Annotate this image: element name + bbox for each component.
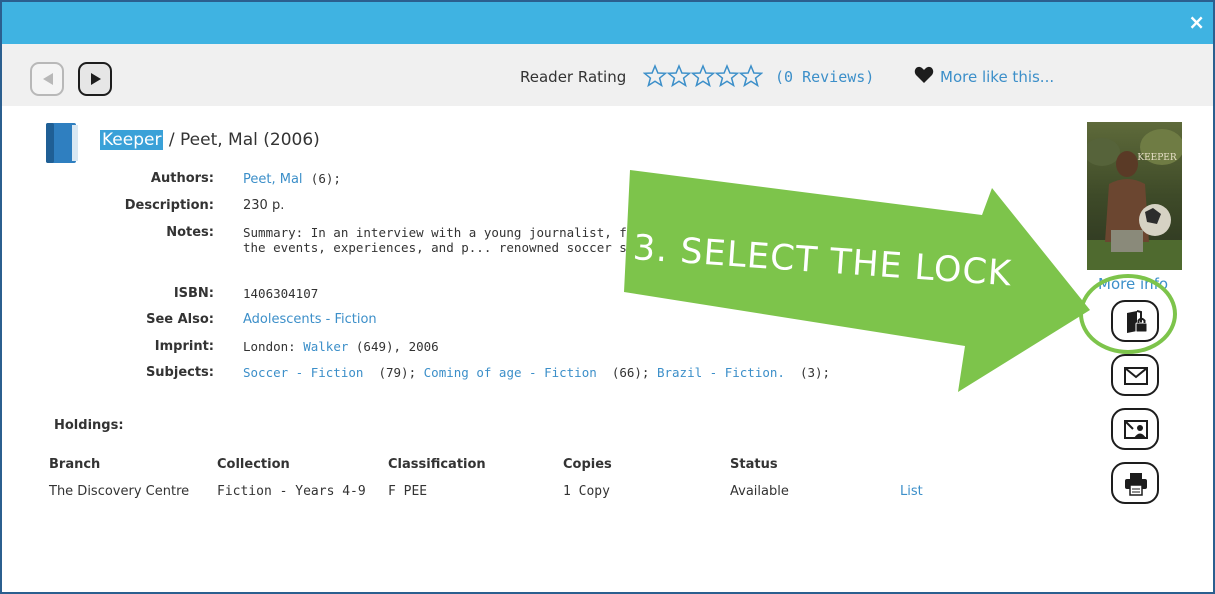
star-icon[interactable] [667, 64, 691, 88]
triangle-left-icon [43, 73, 53, 85]
subject-link-soccer[interactable]: Soccer - Fiction [243, 365, 363, 380]
star-icon[interactable] [643, 64, 667, 88]
subject-count: (79); [378, 365, 417, 380]
holding-status: Available [730, 484, 789, 499]
notes-label: Notes: [166, 225, 214, 240]
record-title-line: Keeper / Peet, Mal (2006) [100, 130, 320, 150]
print-icon [1125, 473, 1147, 496]
authors-value: Peet, Mal (6); [243, 171, 341, 187]
subject-link-coming-of-age[interactable]: Coming of age - Fiction [424, 365, 597, 380]
holding-list-link[interactable]: List [900, 484, 923, 499]
author-link[interactable]: Peet, Mal [243, 172, 303, 187]
isbn-value: 1406304107 [243, 286, 319, 301]
record-title: Keeper [100, 130, 164, 150]
triangle-right-icon [91, 73, 101, 85]
holding-classification: F PEE [388, 484, 428, 499]
title-separator: / [163, 130, 181, 150]
star-icon[interactable] [739, 64, 763, 88]
star-icon[interactable] [691, 64, 715, 88]
email-screen-button[interactable] [1111, 408, 1159, 450]
description-value: 230 p. [243, 198, 285, 213]
subject-count: (66); [611, 365, 650, 380]
imprint-prefix: London: [243, 339, 296, 354]
email-button[interactable] [1111, 354, 1159, 396]
classification-header: Classification [388, 457, 486, 472]
subject-count: (3); [799, 365, 831, 380]
holding-branch: The Discovery Centre [49, 484, 190, 499]
record-toolbar: Reader Rating (0 Reviews) More like this… [2, 44, 1213, 106]
book-cover-image[interactable]: KEEPER [1087, 122, 1182, 270]
subject-link-brazil[interactable]: Brazil - Fiction. [657, 365, 785, 380]
previous-record-button[interactable] [30, 62, 64, 96]
imprint-label: Imprint: [154, 339, 214, 354]
publisher-link[interactable]: Walker [303, 339, 348, 354]
record-author-year: Peet, Mal (2006) [180, 130, 320, 150]
authors-label: Authors: [150, 171, 214, 186]
author-count: (6); [310, 171, 341, 186]
imprint-suffix: (649), 2006 [355, 339, 439, 354]
heart-icon [914, 66, 934, 83]
lock-book-icon [1127, 310, 1148, 333]
print-button[interactable] [1111, 462, 1159, 504]
close-icon[interactable]: × [1188, 11, 1205, 33]
book-icon [46, 123, 78, 163]
subjects-label: Subjects: [145, 365, 214, 380]
collection-header: Collection [217, 457, 290, 472]
cover-title-text: KEEPER [1137, 153, 1176, 163]
copies-header: Copies [563, 457, 612, 472]
star-icon[interactable] [715, 64, 739, 88]
more-like-this-link[interactable]: More like this... [940, 68, 1054, 86]
holding-collection: Fiction - Years 4-9 [217, 484, 366, 499]
see-also-link[interactable]: Adolescents - Fiction [243, 312, 377, 327]
reader-rating-label: Reader Rating [520, 68, 627, 86]
see-also-label: See Also: [146, 312, 214, 327]
description-label: Description: [124, 198, 214, 213]
imprint-value: London: Walker (649), 2006 [243, 339, 439, 354]
branch-header: Branch [49, 457, 101, 472]
holdings-title: Holdings: [54, 418, 124, 433]
next-record-button[interactable] [78, 62, 112, 96]
more-info-link[interactable]: More info [1098, 275, 1168, 293]
email-icon [1124, 367, 1148, 385]
status-header: Status [730, 457, 778, 472]
dialog-titlebar: × [2, 2, 1213, 44]
holding-copies: 1 Copy [563, 484, 610, 499]
cover-art: KEEPER [1087, 122, 1182, 270]
star-rating[interactable] [643, 64, 763, 88]
lock-book-button[interactable] [1111, 300, 1159, 342]
reviews-link[interactable]: (0 Reviews) [775, 68, 874, 86]
isbn-label: ISBN: [173, 286, 214, 301]
record-dialog: × Reader Rating (0 Reviews) More like th… [0, 0, 1215, 594]
subjects-value: Soccer - Fiction (79); Coming of age - F… [243, 365, 830, 380]
email-screen-icon [1124, 420, 1148, 439]
